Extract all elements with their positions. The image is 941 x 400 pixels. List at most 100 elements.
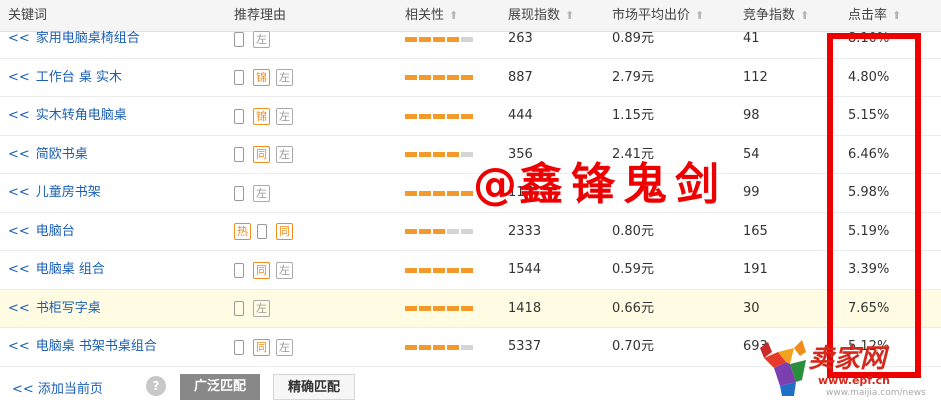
relevance-segment bbox=[433, 267, 445, 273]
competition-value: 191 bbox=[743, 262, 768, 277]
relevance-segment bbox=[433, 229, 445, 234]
keyword-link[interactable]: << 工作台 桌 实木 bbox=[8, 59, 122, 97]
competition-value: 30 bbox=[743, 300, 760, 316]
relevance-segment bbox=[447, 113, 459, 119]
keyword-text[interactable]: 电脑桌 书架书桌组合 bbox=[36, 339, 157, 354]
table-row: << 实木转角电脑桌锦左 444 1.15元 98 5.15% bbox=[0, 97, 941, 136]
add-keyword-arrow-icon[interactable]: << bbox=[8, 185, 30, 200]
relevance-segment bbox=[433, 75, 445, 80]
relevance-segment bbox=[405, 190, 417, 196]
keyword-table: << 家用电脑桌椅组合左 263 0.89元 41 8.10% << 工作台 桌 实木锦左 88… bbox=[0, 20, 941, 367]
avg-bid-value: 1.15元 bbox=[612, 108, 654, 123]
keyword-link[interactable]: << 实木转角电脑桌 bbox=[8, 97, 127, 135]
reason-badge: 左 bbox=[276, 338, 293, 356]
avg-bid-value: 0.66元 bbox=[612, 300, 654, 316]
relevance-bar bbox=[405, 213, 473, 251]
add-keyword-arrow-icon[interactable]: << bbox=[8, 70, 30, 85]
mobile-icon bbox=[234, 108, 244, 124]
reason-badge: 左 bbox=[253, 30, 270, 48]
broad-match-button[interactable]: 广泛匹配 bbox=[180, 374, 261, 400]
mobile-icon bbox=[234, 339, 244, 355]
add-keyword-arrow-icon[interactable]: << bbox=[8, 301, 30, 316]
relevance-segment bbox=[419, 152, 431, 157]
keyword-link[interactable]: << 电脑台 bbox=[8, 213, 75, 251]
competition-value: 41 bbox=[743, 31, 760, 46]
relevance-segment bbox=[405, 229, 417, 234]
reason-tags: 同左 bbox=[234, 251, 299, 289]
relevance-segment bbox=[419, 344, 431, 350]
relevance-segment bbox=[461, 113, 473, 119]
keyword-link[interactable]: << 书柜写字桌 bbox=[8, 290, 101, 328]
relevance-segment bbox=[447, 75, 459, 80]
keyword-text[interactable]: 儿童房书架 bbox=[36, 185, 101, 200]
mobile-icon bbox=[234, 70, 244, 85]
avg-bid-value: 0.89元 bbox=[612, 31, 654, 46]
relevance-segment bbox=[447, 229, 459, 234]
relevance-bar bbox=[405, 97, 473, 135]
relevance-bar bbox=[405, 174, 473, 212]
help-icon[interactable]: ? bbox=[146, 376, 166, 396]
add-keyword-arrow-icon[interactable]: << bbox=[8, 262, 30, 277]
add-keyword-arrow-icon[interactable]: << bbox=[8, 339, 30, 354]
competition-value: 54 bbox=[743, 146, 760, 162]
keyword-link[interactable]: << 电脑桌 书架书桌组合 bbox=[8, 328, 157, 366]
reason-badge: 热 bbox=[234, 223, 251, 240]
add-keyword-arrow-icon[interactable]: << bbox=[8, 224, 30, 239]
keyword-text[interactable]: 实木转角电脑桌 bbox=[36, 108, 127, 123]
reason-badge: 左 bbox=[276, 107, 293, 125]
keyword-link[interactable]: << 儿童房书架 bbox=[8, 174, 101, 212]
relevance-bar bbox=[405, 59, 473, 97]
avg-bid-value: 0.80元 bbox=[612, 223, 654, 239]
add-keyword-arrow-icon[interactable]: << bbox=[8, 31, 30, 46]
relevance-segment bbox=[405, 113, 417, 119]
relevance-segment bbox=[447, 152, 459, 157]
reason-badge: 锦 bbox=[253, 107, 270, 125]
keyword-link[interactable]: << 简欧书桌 bbox=[8, 136, 88, 174]
watermark: @鑫锋鬼剑 bbox=[473, 159, 727, 210]
keyword-text[interactable]: 电脑桌 组合 bbox=[36, 262, 105, 277]
impressions-value: 444 bbox=[508, 108, 533, 123]
deer-logo-icon bbox=[760, 340, 806, 396]
keyword-text[interactable]: 简欧书桌 bbox=[36, 147, 88, 162]
mobile-icon bbox=[234, 185, 244, 201]
exact-match-button[interactable]: 精确匹配 bbox=[273, 374, 356, 400]
reason-badge: 同 bbox=[253, 261, 270, 279]
reason-badge: 锦 bbox=[253, 69, 270, 86]
relevance-segment bbox=[461, 36, 473, 42]
reason-tags: 同左 bbox=[234, 328, 299, 366]
add-current-page-link[interactable]: << 添加当前页 bbox=[12, 378, 103, 397]
competition-value: 99 bbox=[743, 185, 760, 200]
relevance-segment bbox=[419, 113, 431, 119]
impressions-value: 2333 bbox=[508, 223, 542, 239]
table-row: << 电脑桌 组合同左 1544 0.59元 191 3.39% bbox=[0, 251, 941, 290]
relevance-segment bbox=[461, 229, 473, 234]
logo-url: www.epf.cn bbox=[818, 374, 891, 387]
table-row: << 儿童房书架左 117 99 5.98% bbox=[0, 174, 941, 213]
keyword-text[interactable]: 书柜写字桌 bbox=[36, 301, 101, 316]
keyword-text[interactable]: 工作台 桌 实木 bbox=[36, 70, 122, 85]
relevance-bar bbox=[405, 136, 473, 174]
relevance-segment bbox=[447, 36, 459, 42]
keyword-text[interactable]: 家用电脑桌椅组合 bbox=[36, 31, 140, 46]
reason-badge: 左 bbox=[276, 69, 293, 86]
keyword-link[interactable]: << 电脑桌 组合 bbox=[8, 251, 105, 289]
relevance-segment bbox=[419, 36, 431, 42]
relevance-bar bbox=[405, 251, 473, 289]
relevance-segment bbox=[433, 152, 445, 157]
keyword-text[interactable]: 电脑台 bbox=[36, 224, 75, 239]
mobile-icon bbox=[234, 262, 244, 278]
relevance-segment bbox=[433, 190, 445, 196]
relevance-segment bbox=[405, 152, 417, 157]
add-keyword-arrow-icon[interactable]: << bbox=[8, 108, 30, 123]
reason-badge: 左 bbox=[276, 146, 293, 163]
relevance-segment bbox=[433, 113, 445, 119]
table-row: << 简欧书桌同左 356 2.41元 54 6.46% bbox=[0, 136, 941, 174]
add-keyword-arrow-icon[interactable]: << bbox=[8, 147, 30, 162]
relevance-segment bbox=[461, 267, 473, 273]
relevance-segment bbox=[461, 75, 473, 80]
reason-tags: 左 bbox=[234, 20, 276, 58]
keyword-link[interactable]: << 家用电脑桌椅组合 bbox=[8, 20, 140, 58]
table-row: << 工作台 桌 实木锦左 887 2.79元 112 4.80% bbox=[0, 59, 941, 97]
table-row: << 家用电脑桌椅组合左 263 0.89元 41 8.10% bbox=[0, 20, 941, 59]
relevance-segment bbox=[447, 190, 459, 196]
